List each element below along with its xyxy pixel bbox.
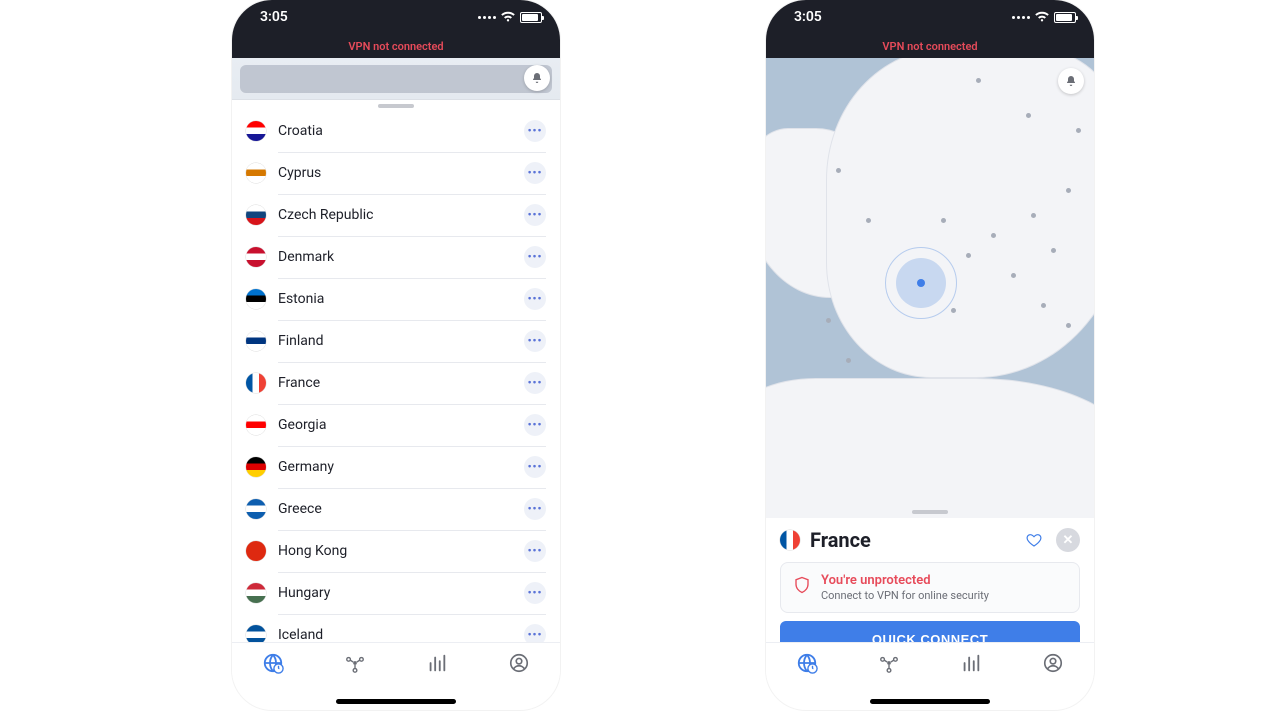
tab-map[interactable] [260, 650, 286, 676]
cellular-icon [1012, 16, 1030, 19]
tab-profile[interactable] [1040, 650, 1066, 676]
country-more-button[interactable]: ••• [524, 204, 546, 226]
phone-country-list: 3:05 VPN not connected Croatia•••Cyprus•… [232, 0, 560, 710]
country-label: Finland [278, 333, 524, 349]
country-item[interactable]: Germany••• [232, 446, 560, 488]
country-more-button[interactable]: ••• [524, 456, 546, 478]
flag-icon [246, 331, 266, 351]
close-button[interactable]: ✕ [1056, 528, 1080, 552]
tab-bar [232, 642, 560, 682]
cellular-icon [478, 16, 496, 19]
country-label: Denmark [278, 249, 524, 265]
selected-location-marker[interactable] [896, 258, 946, 308]
country-more-button[interactable]: ••• [524, 246, 546, 268]
flag-icon [246, 457, 266, 477]
flag-icon [246, 289, 266, 309]
wifi-icon [1034, 11, 1050, 23]
status-icons [478, 11, 542, 23]
tab-stats[interactable] [958, 650, 984, 676]
country-item[interactable]: Czech Republic••• [232, 194, 560, 236]
flag-icon [246, 163, 266, 183]
battery-icon [520, 12, 542, 23]
vpn-status-banner: VPN not connected [766, 34, 1094, 58]
country-label: Greece [278, 501, 524, 517]
status-bar: 3:05 [766, 0, 1094, 34]
country-label: Czech Republic [278, 207, 524, 223]
vpn-status-banner: VPN not connected [232, 34, 560, 58]
flag-icon [246, 373, 266, 393]
tab-bar [766, 642, 1094, 682]
home-indicator[interactable] [336, 699, 456, 704]
flag-icon [246, 415, 266, 435]
country-label: Croatia [278, 123, 524, 139]
country-more-button[interactable]: ••• [524, 288, 546, 310]
country-more-button[interactable]: ••• [524, 582, 546, 604]
country-item[interactable]: Hong Kong••• [232, 530, 560, 572]
country-more-button[interactable]: ••• [524, 162, 546, 184]
alert-subtitle: Connect to VPN for online security [821, 589, 989, 602]
country-item[interactable]: France••• [232, 362, 560, 404]
country-item[interactable]: Cyprus••• [232, 152, 560, 194]
status-time: 3:05 [794, 9, 822, 25]
country-more-button[interactable]: ••• [524, 540, 546, 562]
search-input[interactable] [240, 65, 552, 93]
notifications-button[interactable] [524, 65, 550, 91]
flag-icon [780, 530, 800, 550]
country-label: Iceland [278, 627, 524, 643]
tab-stats[interactable] [424, 650, 450, 676]
flag-icon [246, 583, 266, 603]
country-more-button[interactable]: ••• [524, 372, 546, 394]
flag-icon [246, 247, 266, 267]
tab-mesh[interactable] [876, 650, 902, 676]
sheet-handle[interactable] [912, 510, 948, 514]
country-item[interactable]: Hungary••• [232, 572, 560, 614]
search-row [232, 58, 560, 100]
map[interactable] [766, 58, 1094, 518]
country-item[interactable]: Finland••• [232, 320, 560, 362]
country-label: Georgia [278, 417, 524, 433]
country-label: Estonia [278, 291, 524, 307]
flag-icon [246, 205, 266, 225]
sheet-handle[interactable] [232, 100, 560, 110]
country-item[interactable]: Croatia••• [232, 110, 560, 152]
country-more-button[interactable]: ••• [524, 498, 546, 520]
country-item[interactable]: Estonia••• [232, 278, 560, 320]
flag-icon [246, 499, 266, 519]
country-label: Hungary [278, 585, 524, 601]
notifications-button[interactable] [1058, 68, 1084, 94]
phone-map-detail: 3:05 VPN not connected [766, 0, 1094, 710]
home-indicator[interactable] [870, 699, 990, 704]
status-time: 3:05 [260, 9, 288, 25]
country-more-button[interactable]: ••• [524, 414, 546, 436]
country-item[interactable]: Georgia••• [232, 404, 560, 446]
country-label: France [278, 375, 524, 391]
status-icons [1012, 11, 1076, 23]
flag-icon [246, 541, 266, 561]
battery-icon [1054, 12, 1076, 23]
wifi-icon [500, 11, 516, 23]
country-label: Hong Kong [278, 543, 524, 559]
favorite-button[interactable] [1022, 528, 1046, 552]
status-bar: 3:05 [232, 0, 560, 34]
country-item[interactable]: Denmark••• [232, 236, 560, 278]
country-item[interactable]: Greece••• [232, 488, 560, 530]
country-label: Cyprus [278, 165, 524, 181]
country-more-button[interactable]: ••• [524, 120, 546, 142]
shield-icon [793, 575, 811, 599]
country-more-button[interactable]: ••• [524, 330, 546, 352]
alert-title: You're unprotected [821, 573, 989, 588]
tab-map[interactable] [794, 650, 820, 676]
flag-icon [246, 121, 266, 141]
country-list[interactable]: Croatia•••Cyprus•••Czech Republic•••Denm… [232, 110, 560, 656]
tab-mesh[interactable] [342, 650, 368, 676]
selected-country-name: France [810, 528, 1012, 552]
tab-profile[interactable] [506, 650, 532, 676]
unprotected-alert: You're unprotected Connect to VPN for on… [780, 562, 1080, 613]
country-label: Germany [278, 459, 524, 475]
